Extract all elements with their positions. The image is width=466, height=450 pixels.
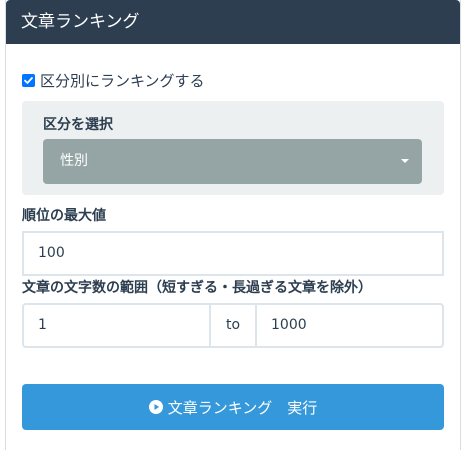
- run-ranking-label: 文章ランキング 実行: [167, 398, 318, 417]
- category-select[interactable]: 性別: [43, 139, 422, 184]
- category-section: 区分を選択 性別: [22, 101, 444, 195]
- run-ranking-button[interactable]: 文章ランキング 実行: [22, 384, 444, 430]
- panel-title: 文章ランキング: [6, 0, 460, 44]
- category-toggle-label: 区分別にランキングする: [40, 71, 205, 90]
- max-rank-input[interactable]: 100: [22, 231, 444, 276]
- char-range-label: 文章の文字数の範囲（短すぎる・長過ぎる文章を除外）: [22, 280, 372, 296]
- category-toggle-checkbox[interactable]: [22, 73, 35, 87]
- category-toggle[interactable]: 区分別にランキングする: [22, 70, 205, 90]
- chevron-down-icon: [401, 159, 409, 163]
- max-rank-label: 順位の最大値: [22, 208, 106, 224]
- category-label: 区分を選択: [43, 117, 113, 133]
- char-min-input[interactable]: 1: [22, 303, 211, 348]
- range-separator: to: [211, 303, 255, 348]
- ranking-panel: 文章ランキング 区分別にランキングする 区分を選択 性別 順位の最大値 100 …: [5, 0, 461, 450]
- check-icon: [24, 76, 33, 84]
- char-max-input[interactable]: 1000: [255, 303, 444, 348]
- category-select-value: 性別: [60, 153, 88, 169]
- play-circle-icon: [148, 400, 163, 414]
